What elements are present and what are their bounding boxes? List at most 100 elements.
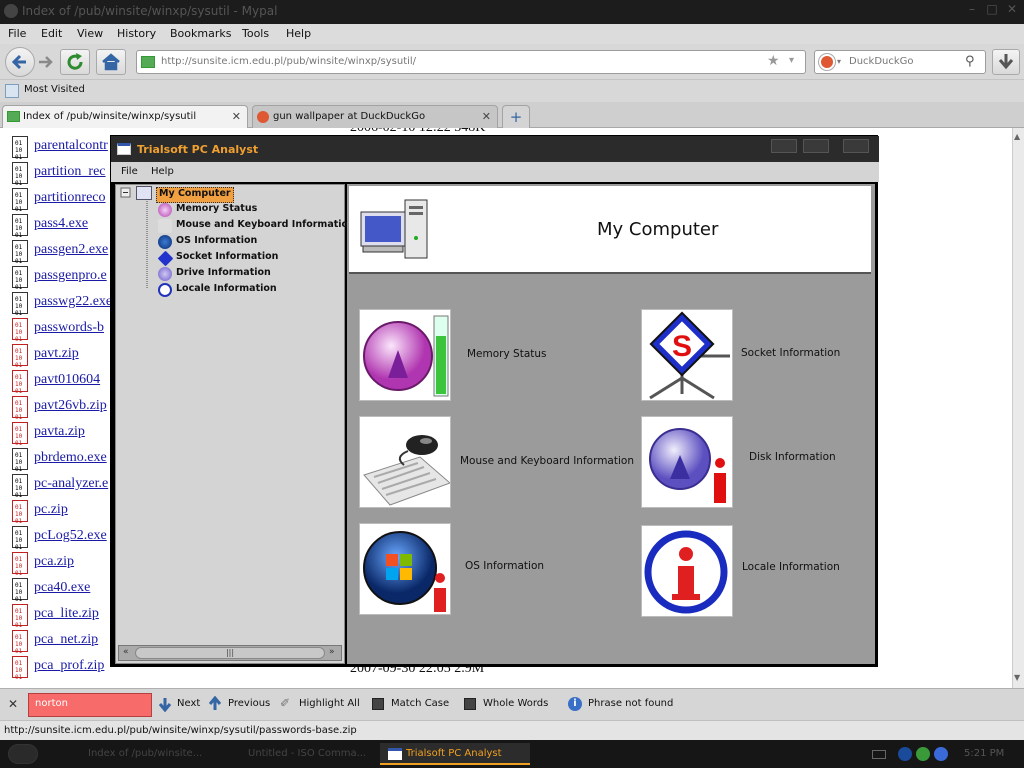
file-link[interactable]: pca_net.zip	[34, 632, 98, 648]
scroll-right-icon[interactable]: »	[329, 647, 335, 657]
find-close-icon[interactable]: ✕	[8, 697, 18, 711]
file-link[interactable]: pavta.zip	[34, 424, 85, 440]
home-button[interactable]	[96, 49, 126, 75]
file-link[interactable]: pbrdemo.exe	[34, 450, 107, 466]
file-link[interactable]: partition_rec	[34, 164, 106, 180]
taskbar-item-browser[interactable]: Index of /pub/winsite...	[62, 743, 212, 765]
tree-horizontal-scrollbar[interactable]: « ||| »	[118, 645, 342, 661]
tile-socket-information[interactable]: S	[641, 309, 733, 401]
keyboard-tray-icon[interactable]	[872, 750, 886, 759]
find-previous-label[interactable]: Previous	[228, 698, 270, 709]
up-arrow-icon	[208, 695, 222, 710]
file-link[interactable]: pass4.exe	[34, 216, 88, 232]
downloads-button[interactable]	[992, 49, 1020, 75]
most-visited-bookmark[interactable]: Most Visited	[24, 84, 85, 95]
tile-disk-information[interactable]	[641, 416, 733, 508]
mouse-keyboard-icon	[158, 219, 172, 233]
taskbar-item-iso-commander[interactable]: Untitled - ISO Comma...	[222, 743, 372, 765]
back-button[interactable]	[5, 47, 35, 77]
file-link[interactable]: passwg22.exe	[34, 294, 112, 310]
menu-edit[interactable]: Edit	[41, 27, 62, 40]
close-button[interactable]: ✕	[1004, 2, 1020, 18]
file-link[interactable]: pcLog52.exe	[34, 528, 107, 544]
file-link[interactable]: passgenpro.e	[34, 268, 107, 284]
zip-file-icon: 01 10 01	[12, 630, 28, 655]
menu-history[interactable]: History	[117, 27, 156, 40]
file-link[interactable]: pc.zip	[34, 502, 68, 518]
tree-scroll-thumb[interactable]: |||	[135, 647, 325, 659]
file-link[interactable]: passgen2.exe	[34, 242, 108, 258]
bookmark-star-icon[interactable]: ★	[767, 53, 780, 69]
file-link[interactable]: pavt010604	[34, 372, 100, 388]
file-link[interactable]: partitionreco	[34, 190, 106, 206]
menu-bookmarks[interactable]: Bookmarks	[170, 27, 231, 40]
tile-mouse-keyboard-information[interactable]	[359, 416, 451, 508]
scroll-up-icon[interactable]: ▲	[1014, 132, 1020, 141]
tree-item-locale-information[interactable]: Locale Information	[158, 283, 277, 299]
app-minimize-button[interactable]	[771, 139, 797, 153]
find-previous-button[interactable]	[208, 695, 222, 715]
tile-memory-status[interactable]	[359, 309, 451, 401]
tab-close-icon[interactable]: ✕	[482, 110, 491, 123]
new-tab-button[interactable]: +	[502, 105, 530, 128]
find-input[interactable]: norton	[28, 693, 152, 717]
search-icon[interactable]: ⚲	[965, 54, 975, 69]
file-link[interactable]: pc-analyzer.e	[34, 476, 108, 492]
tree-item-memory-status[interactable]: Memory Status	[158, 203, 257, 219]
match-case-checkbox[interactable]	[372, 698, 384, 710]
tab-duckduckgo[interactable]: gun wallpaper at DuckDuckGo ✕	[252, 105, 498, 128]
menu-file[interactable]: File	[8, 27, 26, 40]
minimize-button[interactable]: –	[964, 2, 980, 18]
update-tray-icon[interactable]	[934, 747, 948, 761]
menu-tools[interactable]: Tools	[242, 27, 269, 40]
maximize-button[interactable]: □	[984, 2, 1000, 18]
tree-item-mouse-keyboard[interactable]: Mouse and Keyboard Information	[158, 219, 355, 235]
match-case-label[interactable]: Match Case	[391, 698, 449, 709]
highlight-all-button[interactable]: Highlight All	[299, 698, 360, 709]
start-button[interactable]	[8, 744, 38, 764]
zip-file-icon: 01 10 01	[12, 500, 28, 525]
find-next-button[interactable]	[158, 696, 172, 715]
file-link[interactable]: pca_lite.zip	[34, 606, 99, 622]
search-engine-dropdown-icon[interactable]: ▾	[837, 57, 841, 66]
menu-view[interactable]: View	[77, 27, 103, 40]
tile-locale-information[interactable]	[641, 525, 733, 617]
tree-item-os-information[interactable]: OS Information	[158, 235, 257, 251]
app-menu-help[interactable]: Help	[151, 166, 174, 177]
taskbar-item-pc-analyst[interactable]: Trialsoft PC Analyst	[380, 743, 530, 765]
network-tray-icon[interactable]	[898, 747, 912, 761]
app-maximize-button[interactable]	[803, 139, 829, 153]
reload-button[interactable]	[60, 49, 90, 75]
search-box[interactable]: ▾ DuckDuckGo ⚲	[814, 50, 986, 74]
file-link[interactable]: pca.zip	[34, 554, 74, 570]
tab-index-sysutil[interactable]: Index of /pub/winsite/winxp/sysutil ✕	[2, 105, 248, 128]
app-menu-file[interactable]: File	[121, 166, 138, 177]
forward-button[interactable]	[36, 51, 56, 73]
app-close-button[interactable]	[843, 139, 869, 153]
page-vertical-scrollbar[interactable]: ▲ ▼	[1012, 128, 1024, 688]
zip-file-icon: 01 10 01	[12, 318, 28, 343]
tree-item-socket-information[interactable]: Socket Information	[157, 250, 278, 267]
find-next-label[interactable]: Next	[177, 698, 200, 709]
find-status: Phrase not found	[588, 698, 674, 709]
file-link[interactable]: pca_prof.zip	[34, 658, 104, 674]
zip-file-icon: 01 10 01	[12, 422, 28, 447]
whole-words-checkbox[interactable]	[464, 698, 476, 710]
tree-item-drive-information[interactable]: Drive Information	[158, 267, 271, 283]
file-link[interactable]: pavt.zip	[34, 346, 79, 362]
whole-words-label[interactable]: Whole Words	[483, 698, 548, 709]
file-link[interactable]: parentalcontr	[34, 138, 108, 154]
taskbar: Index of /pub/winsite... Untitled - ISO …	[0, 740, 1024, 768]
scroll-left-icon[interactable]: «	[123, 647, 129, 657]
menu-help[interactable]: Help	[286, 27, 311, 40]
tree-item-my-computer[interactable]: My Computer	[156, 187, 234, 203]
url-dropdown-icon[interactable]: ▾	[789, 55, 794, 66]
file-link[interactable]: pavt26vb.zip	[34, 398, 107, 414]
url-bar[interactable]: http://sunsite.icm.edu.pl/pub/winsite/wi…	[136, 50, 806, 74]
tab-close-icon[interactable]: ✕	[232, 110, 241, 123]
security-tray-icon[interactable]	[916, 747, 930, 761]
file-link[interactable]: pca40.exe	[34, 580, 90, 596]
scroll-down-icon[interactable]: ▼	[1014, 673, 1020, 682]
tile-os-information[interactable]	[359, 523, 451, 615]
file-link[interactable]: passwords-b	[34, 320, 104, 336]
